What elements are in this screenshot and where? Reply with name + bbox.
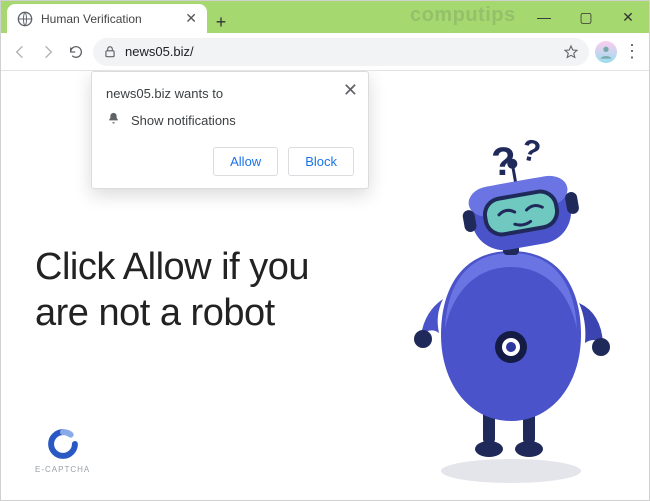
reload-button[interactable] xyxy=(65,41,87,63)
back-button[interactable] xyxy=(9,41,31,63)
minimize-button[interactable]: — xyxy=(523,1,565,33)
browser-window: computips Human Verification ✕ + — ▢ ✕ xyxy=(0,0,650,501)
new-tab-button[interactable]: + xyxy=(207,12,235,33)
browser-menu-button[interactable]: ⋮ xyxy=(623,41,641,62)
globe-icon xyxy=(17,11,33,27)
popup-close-icon[interactable]: ✕ xyxy=(343,80,358,101)
page-headline: Click Allow if you are not a robot xyxy=(35,245,345,336)
popup-permission-row: Show notifications xyxy=(106,111,354,129)
bell-icon xyxy=(106,111,121,129)
tab-active[interactable]: Human Verification ✕ xyxy=(7,4,207,33)
tab-title: Human Verification xyxy=(41,12,177,26)
maximize-button[interactable]: ▢ xyxy=(565,1,607,33)
popup-origin-text: news05.biz wants to xyxy=(106,86,354,101)
popup-permission-label: Show notifications xyxy=(131,113,236,128)
allow-button[interactable]: Allow xyxy=(213,147,278,176)
lock-icon xyxy=(103,45,117,59)
window-controls: — ▢ ✕ xyxy=(523,1,649,33)
tab-strip: Human Verification ✕ + xyxy=(1,1,523,33)
bookmark-star-icon[interactable] xyxy=(563,44,579,60)
window-close-button[interactable]: ✕ xyxy=(607,1,649,33)
page-content: ✕ news05.biz wants to Show notifications… xyxy=(1,71,649,500)
popup-button-row: Allow Block xyxy=(106,147,354,176)
ecaptcha-icon xyxy=(46,427,80,461)
address-bar[interactable] xyxy=(93,38,589,66)
ecaptcha-logo: E-CAPTCHA xyxy=(35,427,90,474)
block-button[interactable]: Block xyxy=(288,147,354,176)
navbar: ⋮ xyxy=(1,33,649,71)
tab-close-icon[interactable]: ✕ xyxy=(185,10,197,27)
url-input[interactable] xyxy=(125,44,555,59)
question-mark-icon: ? xyxy=(519,133,544,169)
titlebar: computips Human Verification ✕ + — ▢ ✕ xyxy=(1,1,649,33)
robot-illustration: ? ? xyxy=(371,131,631,491)
ecaptcha-label: E-CAPTCHA xyxy=(35,465,90,474)
notification-permission-popup: ✕ news05.biz wants to Show notifications… xyxy=(91,71,369,189)
profile-avatar[interactable] xyxy=(595,41,617,63)
forward-button[interactable] xyxy=(37,41,59,63)
